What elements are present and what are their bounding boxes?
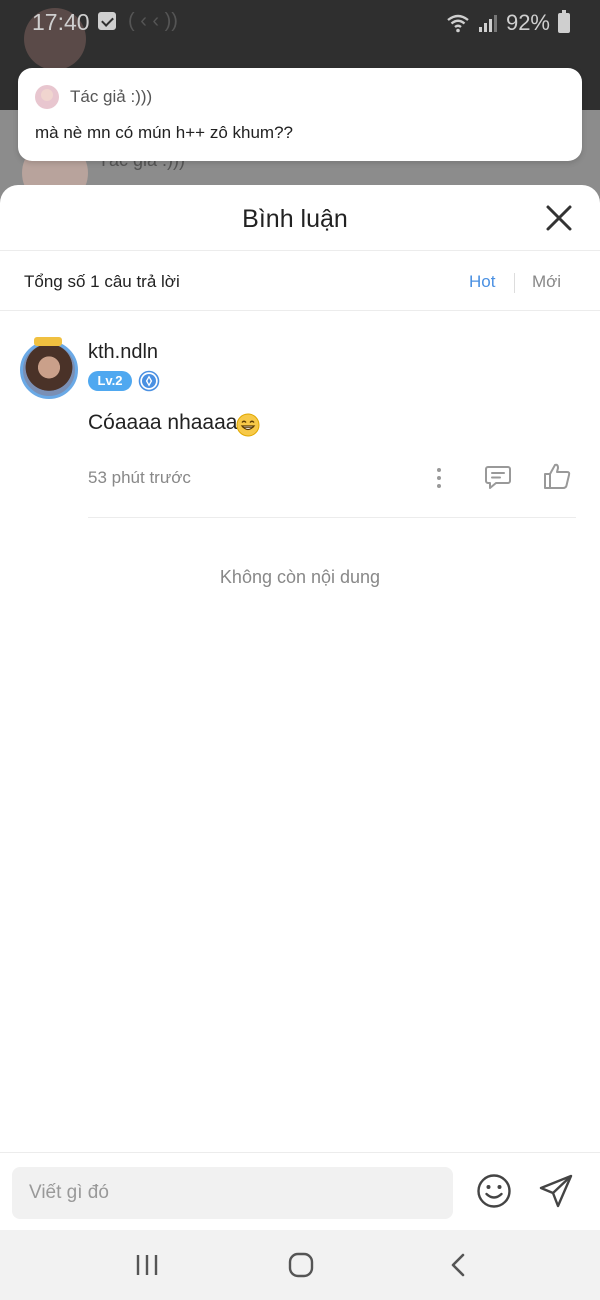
comment-item: kth.ndln Lv.2 Cóaaaa nhaaaa 53 phút trướ… — [0, 311, 600, 519]
status-faint-text: ( ‹ ‹ )) — [128, 10, 178, 32]
signal-icon — [478, 15, 497, 32]
recent-apps-icon[interactable] — [134, 1252, 160, 1278]
comment-divider — [88, 517, 576, 518]
checkbox-notification-icon — [98, 12, 116, 30]
home-icon[interactable] — [288, 1252, 314, 1278]
wifi-icon — [447, 14, 469, 33]
status-indicators: 92% — [446, 10, 570, 36]
comment-input[interactable] — [12, 1167, 453, 1219]
comment-sheet: Bình luận Tổng số 1 câu trả lời Hot Mới … — [0, 185, 600, 1230]
sort-divider — [514, 273, 515, 293]
send-icon[interactable] — [538, 1173, 574, 1209]
toast-avatar — [35, 85, 59, 109]
smiley-icon[interactable] — [476, 1173, 512, 1209]
sheet-title: Bình luận — [242, 205, 348, 233]
battery-percent: 92% — [505, 10, 550, 35]
back-icon[interactable] — [448, 1252, 468, 1278]
toast-author: Tác giả :))) — [70, 87, 153, 106]
total-replies-label: Tổng số 1 câu trả lời — [24, 272, 180, 291]
close-icon[interactable] — [544, 203, 574, 233]
verified-badge-icon — [138, 370, 160, 392]
comment-text: Cóaaaa nhaaaa — [88, 411, 238, 434]
status-time: 17:40 — [32, 9, 90, 35]
no-more-content-label: Không còn nội dung — [219, 567, 381, 587]
battery-icon — [558, 10, 570, 33]
sort-new-tab[interactable]: Mới — [532, 272, 561, 292]
sort-hot-tab[interactable]: Hot — [469, 272, 495, 292]
avatar[interactable] — [20, 341, 78, 399]
level-badge: Lv.2 — [88, 371, 132, 391]
comment-bubble-icon[interactable] — [484, 463, 512, 491]
more-vertical-icon[interactable] — [430, 465, 448, 491]
avatar-frame-decoration — [34, 337, 62, 346]
comment-timestamp: 53 phút trước — [88, 468, 191, 487]
sort-bar: Tổng số 1 câu trả lời Hot Mới — [0, 251, 600, 311]
comment-username[interactable]: kth.ndln — [88, 341, 158, 364]
system-navigation-bar — [0, 1230, 600, 1300]
comment-input-bar — [0, 1152, 600, 1230]
notification-toast[interactable]: Tác giả :))) mà nè mn có mún h++ zô khum… — [18, 68, 582, 161]
sheet-header: Bình luận — [0, 185, 600, 251]
toast-message: mà nè mn có mún h++ zô khum?? — [35, 123, 293, 142]
thumbs-up-icon[interactable] — [542, 461, 572, 491]
grinning-emoji-icon — [236, 413, 260, 437]
